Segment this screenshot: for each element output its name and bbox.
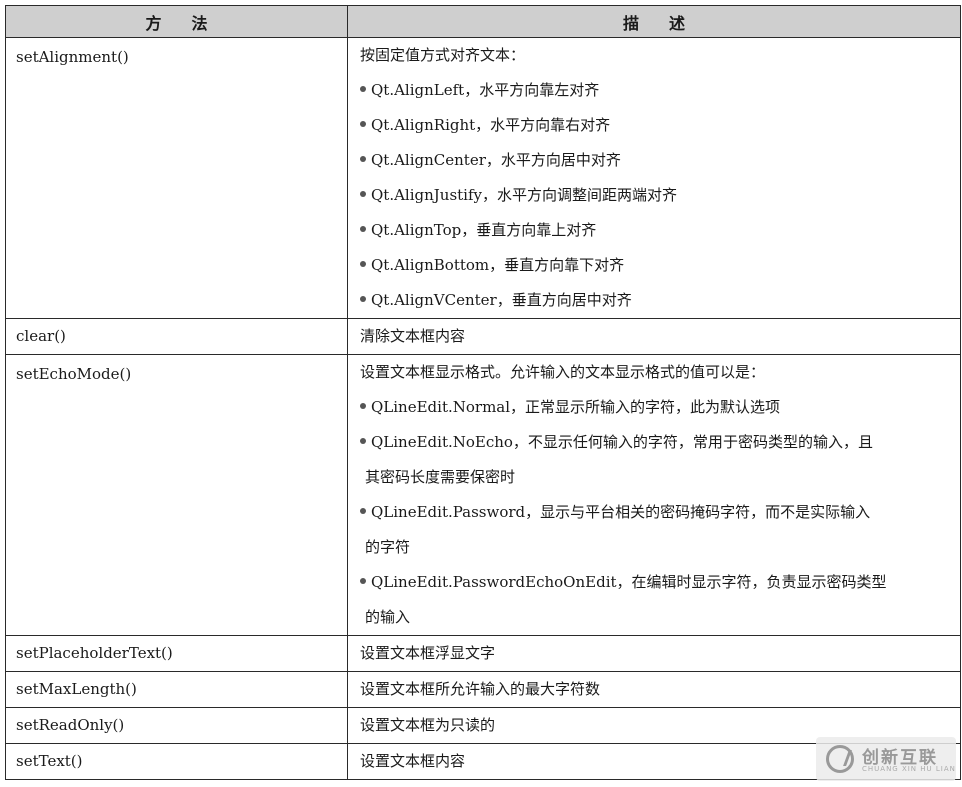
method-cell: setMaxLength() xyxy=(5,671,348,708)
bullet-icon xyxy=(360,156,366,162)
header-description: 描述 xyxy=(347,5,961,38)
table-row: setAlignment() 按固定值方式对齐文本： Qt.AlignLeft，… xyxy=(5,37,961,319)
method-cell: setReadOnly() xyxy=(5,707,348,744)
bullet-icon xyxy=(360,226,366,232)
list-item: QLineEdit.Normal，正常显示所输入的字符，此为默认选项 xyxy=(360,390,952,425)
list-item-continuation: 的字符 xyxy=(365,538,411,556)
method-cell: clear() xyxy=(5,318,348,355)
bullet-icon xyxy=(360,438,366,444)
bullet-icon xyxy=(360,261,366,267)
list-item: QLineEdit.NoEcho，不显示任何输入的字符，常用于密码类型的输入，且 xyxy=(360,425,952,460)
method-cell: setEchoMode() xyxy=(5,354,348,636)
list-item: Qt.AlignCenter，水平方向居中对齐 xyxy=(360,143,952,178)
bullet-icon xyxy=(360,121,366,127)
header-method: 方法 xyxy=(5,5,348,38)
chuangxin-logo-icon xyxy=(826,745,854,773)
watermark: 创新互联 CHUANG XIN HU LIAN xyxy=(816,737,956,781)
bullet-icon xyxy=(360,191,366,197)
bullet-icon xyxy=(360,403,366,409)
watermark-subtitle: CHUANG XIN HU LIAN xyxy=(862,765,956,773)
list-item: Qt.AlignRight，水平方向靠右对齐 xyxy=(360,108,952,143)
list-item: Qt.AlignJustify，水平方向调整间距两端对齐 xyxy=(360,178,952,213)
bullet-icon xyxy=(360,296,366,302)
list-item-continuation: 其密码长度需要保密时 xyxy=(365,468,516,486)
table-row: setMaxLength() 设置文本框所允许输入的最大字符数 xyxy=(5,671,961,708)
header-row: 方法 描述 xyxy=(5,5,961,38)
method-cell: setAlignment() xyxy=(5,37,348,319)
list-item: Qt.AlignLeft，水平方向靠左对齐 xyxy=(360,73,952,108)
bullet-icon xyxy=(360,86,366,92)
table-row: clear() 清除文本框内容 xyxy=(5,318,961,355)
description-cell: 设置文本框所允许输入的最大字符数 xyxy=(347,671,961,708)
description-intro: 按固定值方式对齐文本： xyxy=(360,46,526,64)
method-table: 方法 描述 setAlignment() 按固定值方式对齐文本： Qt.Alig… xyxy=(5,5,961,780)
list-item: Qt.AlignTop，垂直方向靠上对齐 xyxy=(360,213,952,248)
table-row: setEchoMode() 设置文本框显示格式。允许输入的文本显示格式的值可以是… xyxy=(5,354,961,636)
list-item: QLineEdit.Password，显示与平台相关的密码掩码字符，而不是实际输… xyxy=(360,495,952,530)
method-cell: setPlaceholderText() xyxy=(5,635,348,672)
list-item: QLineEdit.PasswordEchoOnEdit，在编辑时显示字符，负责… xyxy=(360,565,952,600)
bullet-icon xyxy=(360,508,366,514)
list-item: Qt.AlignVCenter，垂直方向居中对齐 xyxy=(360,283,952,318)
description-cell: 按固定值方式对齐文本： Qt.AlignLeft，水平方向靠左对齐 Qt.Ali… xyxy=(347,37,961,319)
list-item: Qt.AlignBottom，垂直方向靠下对齐 xyxy=(360,248,952,283)
table-row: setPlaceholderText() 设置文本框浮显文字 xyxy=(5,635,961,672)
method-cell: setText() xyxy=(5,743,348,780)
description-cell: 设置文本框显示格式。允许输入的文本显示格式的值可以是： QLineEdit.No… xyxy=(347,354,961,636)
description-cell: 设置文本框浮显文字 xyxy=(347,635,961,672)
description-cell: 清除文本框内容 xyxy=(347,318,961,355)
list-item-continuation: 的输入 xyxy=(365,608,411,626)
bullet-icon xyxy=(360,578,366,584)
description-intro: 设置文本框显示格式。允许输入的文本显示格式的值可以是： xyxy=(360,363,766,381)
